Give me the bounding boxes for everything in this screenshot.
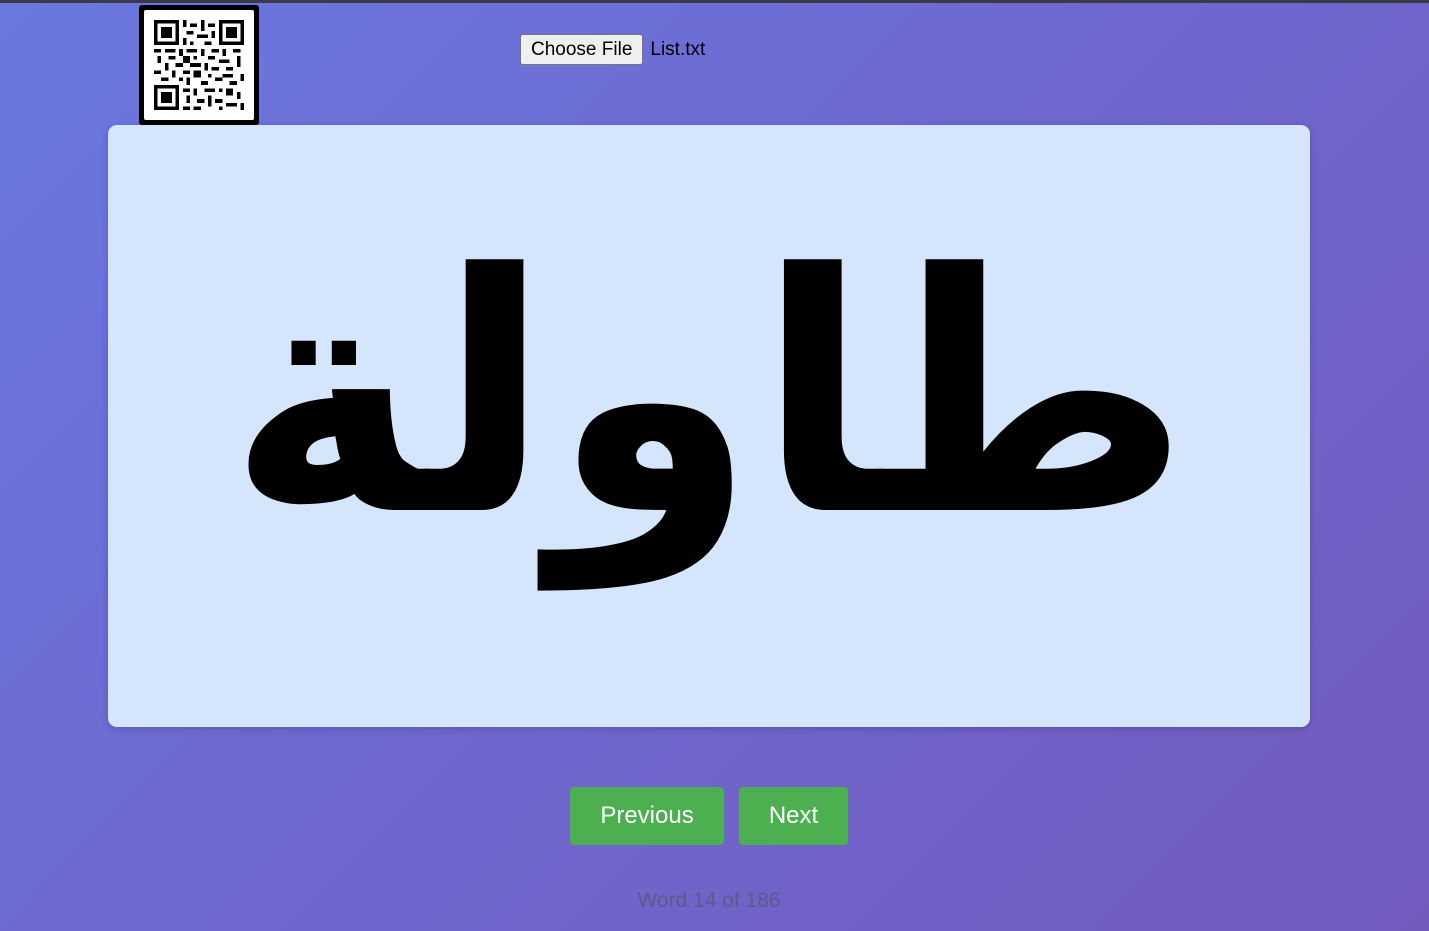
selected-file-name: List.txt [650, 38, 706, 60]
flashcard-word: طاولة [227, 204, 1191, 588]
qr-code-frame [139, 5, 259, 125]
file-picker: Choose File List.txt [520, 34, 705, 65]
next-button[interactable]: Next [739, 787, 848, 845]
choose-file-button[interactable]: Choose File [520, 34, 644, 65]
previous-button[interactable]: Previous [570, 787, 724, 845]
flashcard: طاولة [108, 125, 1310, 727]
qr-code-icon [154, 20, 244, 110]
word-counter: Word 14 of 186 [637, 889, 781, 912]
window-top-edge [0, 0, 1429, 3]
